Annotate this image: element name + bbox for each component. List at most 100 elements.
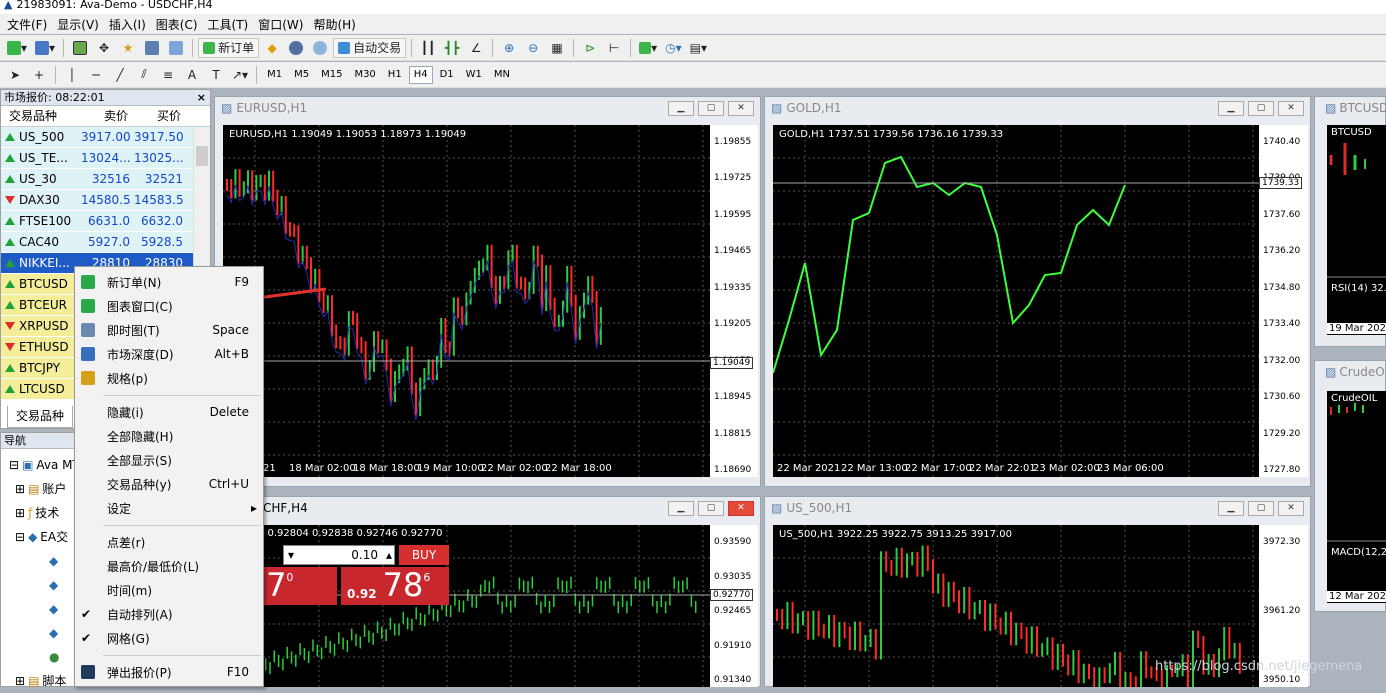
text-icon[interactable]: A (181, 65, 203, 85)
context-menu-item[interactable]: 图表窗口(C) (75, 295, 263, 317)
minimize-button[interactable]: ▁ (668, 500, 694, 516)
zoom-in-icon[interactable]: ⊕ (498, 38, 520, 58)
chart-area-btcusd[interactable]: BTCUSD RSI(14) 32.7 19 Mar 2021 (1327, 125, 1386, 335)
line-chart-icon[interactable]: ∠ (465, 38, 487, 58)
metaeditor-icon[interactable]: ◆ (261, 38, 283, 58)
tree-expand-icon[interactable]: ⊞ (15, 501, 25, 525)
candlestick-icon[interactable]: ┫┣ (441, 38, 463, 58)
crosshair-tool-icon[interactable]: + (28, 65, 50, 85)
buy-label-button[interactable]: BUY (399, 545, 449, 565)
menu-view[interactable]: 显示(V) (52, 16, 104, 33)
maximize-button[interactable]: ▢ (698, 500, 724, 516)
col-symbol[interactable]: 交易品种 (1, 106, 81, 126)
chart-area-crude[interactable]: CrudeOIL MACD(12,26 12 Mar 2021 (1327, 391, 1386, 603)
timeframe-m30[interactable]: M30 (349, 66, 380, 84)
menu-file[interactable]: 文件(F) (2, 16, 52, 33)
maximize-button[interactable]: ▢ (1248, 100, 1274, 116)
timeframe-d1[interactable]: D1 (435, 66, 459, 84)
market-watch-row[interactable]: US_TE... 13024... 13025... (1, 148, 210, 169)
timeframe-m5[interactable]: M5 (289, 66, 314, 84)
menu-chart[interactable]: 图表(C) (151, 16, 203, 33)
tree-expand-icon[interactable]: ⊞ (15, 477, 25, 501)
timeframe-w1[interactable]: W1 (461, 66, 487, 84)
close-button[interactable]: ✕ (1278, 500, 1304, 516)
context-menu-item[interactable]: 即时图(T) Space (75, 319, 263, 341)
lot-spinner[interactable]: ▾ 0.10 ▴ (283, 545, 395, 565)
cursor-icon[interactable]: ➤ (4, 65, 26, 85)
minimize-button[interactable]: ▁ (1218, 100, 1244, 116)
tree-collapse-icon[interactable]: ⊟ (15, 525, 25, 549)
close-button[interactable]: ✕ (728, 100, 754, 116)
context-menu-item[interactable]: 最高价/最低价(L) (75, 555, 263, 577)
channel-icon[interactable]: ⫽ (133, 65, 155, 85)
lot-value[interactable]: 0.10 (298, 548, 384, 562)
context-menu-item[interactable]: 全部隐藏(H) (75, 425, 263, 447)
profiles-icon[interactable]: ▾ (32, 38, 58, 58)
navigator-icon[interactable] (141, 38, 163, 58)
col-ask[interactable]: 买价 (134, 106, 187, 126)
tab-symbols[interactable]: 交易品种 (7, 406, 73, 428)
trendline-icon[interactable]: ╱ (109, 65, 131, 85)
lot-up-icon[interactable]: ▴ (384, 548, 394, 562)
context-menu-item[interactable]: 新订单(N) F9 (75, 271, 263, 293)
context-menu-item[interactable]: 时间(m) (75, 579, 263, 601)
context-menu-item[interactable]: 市场深度(D) Alt+B (75, 343, 263, 365)
tree-collapse-icon[interactable]: ⊟ (9, 453, 19, 477)
market-watch-row[interactable]: US_30 32516 32521 (1, 169, 210, 190)
tile-windows-icon[interactable]: ▦ (546, 38, 568, 58)
close-button[interactable]: ✕ (1278, 100, 1304, 116)
maximize-button[interactable]: ▢ (698, 100, 724, 116)
market-watch-icon[interactable] (69, 38, 91, 58)
chart-shift-icon[interactable]: ⊢ (603, 38, 625, 58)
strategy-tester-icon[interactable] (165, 38, 187, 58)
signals-icon[interactable] (285, 38, 307, 58)
close-button[interactable]: ✕ (728, 500, 754, 516)
menu-help[interactable]: 帮助(H) (308, 16, 360, 33)
new-order-button[interactable]: 新订单 (198, 37, 260, 58)
context-menu-item[interactable]: 设定 ▸ (75, 497, 263, 519)
new-chart-icon[interactable]: ▾ (4, 38, 30, 58)
minimize-button[interactable]: ▁ (668, 100, 694, 116)
menu-tools[interactable]: 工具(T) (203, 16, 254, 33)
bar-chart-icon[interactable]: ┃┃ (417, 38, 439, 58)
fibonacci-icon[interactable]: ≡ (157, 65, 179, 85)
chart-window-crude[interactable]: ▨CrudeO CrudeOIL MACD(12,26 12 Mar 2021 (1314, 360, 1386, 612)
lot-down-icon[interactable]: ▾ (284, 548, 298, 562)
zoom-out-icon[interactable]: ⊖ (522, 38, 544, 58)
context-menu-item[interactable]: 交易品种(y) Ctrl+U (75, 473, 263, 495)
chart-window-btcusd[interactable]: ▨BTCUSD BTCUSD RSI(14) 32.7 19 Mar 2021 (1314, 96, 1386, 347)
context-menu-item[interactable]: ✔ 自动排列(A) (75, 603, 263, 625)
context-menu-item[interactable]: 规格(p) (75, 367, 263, 389)
maximize-button[interactable]: ▢ (1248, 500, 1274, 516)
arrows-icon[interactable]: ↗▾ (229, 65, 251, 85)
chart-window-gold[interactable]: ▨ GOLD,H1 ▁ ▢ ✕ GOLD,H1 1737.51 1739.56 173… (764, 96, 1311, 487)
timeframe-h4[interactable]: H4 (408, 65, 433, 84)
chart-window-usdchf[interactable]: CHF,H4 ▁ ▢ ✕ CHF,H4 0.92804 0.92838 0.9274… (214, 496, 761, 687)
buy-button[interactable]: 0.92 78 6 (341, 567, 449, 605)
favorites-icon[interactable]: ★ (117, 38, 139, 58)
market-watch-row[interactable]: CAC40 5927.0 5928.5 (1, 232, 210, 253)
market-watch-row[interactable]: US_500 3917.00 3917.50 (1, 127, 210, 148)
context-menu-item[interactable]: 弹出报价(P) F10 (75, 661, 263, 683)
context-menu-item[interactable]: 点差(r) (75, 531, 263, 553)
vertical-line-icon[interactable]: │ (61, 65, 83, 85)
context-menu-item[interactable]: 全部显示(S) (75, 449, 263, 471)
tree-expand-icon[interactable]: ⊞ (15, 669, 25, 693)
close-icon[interactable]: × (197, 90, 210, 105)
market-icon[interactable] (309, 38, 331, 58)
timeframe-h1[interactable]: H1 (383, 66, 407, 84)
context-menu-item[interactable]: ✔ 网格(G) (75, 627, 263, 649)
indicators-icon[interactable]: ▾ (636, 38, 660, 58)
crosshair-icon[interactable]: ✥ (93, 38, 115, 58)
autotrading-button[interactable]: 自动交易 (333, 37, 407, 58)
periods-icon[interactable]: ◷▾ (662, 38, 685, 58)
chart-area-gold[interactable]: GOLD,H1 1737.51 1739.56 1736.16 1739.33 … (773, 125, 1259, 477)
templates-icon[interactable]: ▤▾ (687, 38, 710, 58)
timeframe-m15[interactable]: M15 (316, 66, 347, 84)
minimize-button[interactable]: ▁ (1218, 500, 1244, 516)
text-label-icon[interactable]: T (205, 65, 227, 85)
timeframe-m1[interactable]: M1 (262, 66, 287, 84)
menu-window[interactable]: 窗口(W) (253, 16, 308, 33)
auto-scroll-icon[interactable]: ⊳ (579, 38, 601, 58)
market-watch-row[interactable]: FTSE100 6631.0 6632.0 (1, 211, 210, 232)
